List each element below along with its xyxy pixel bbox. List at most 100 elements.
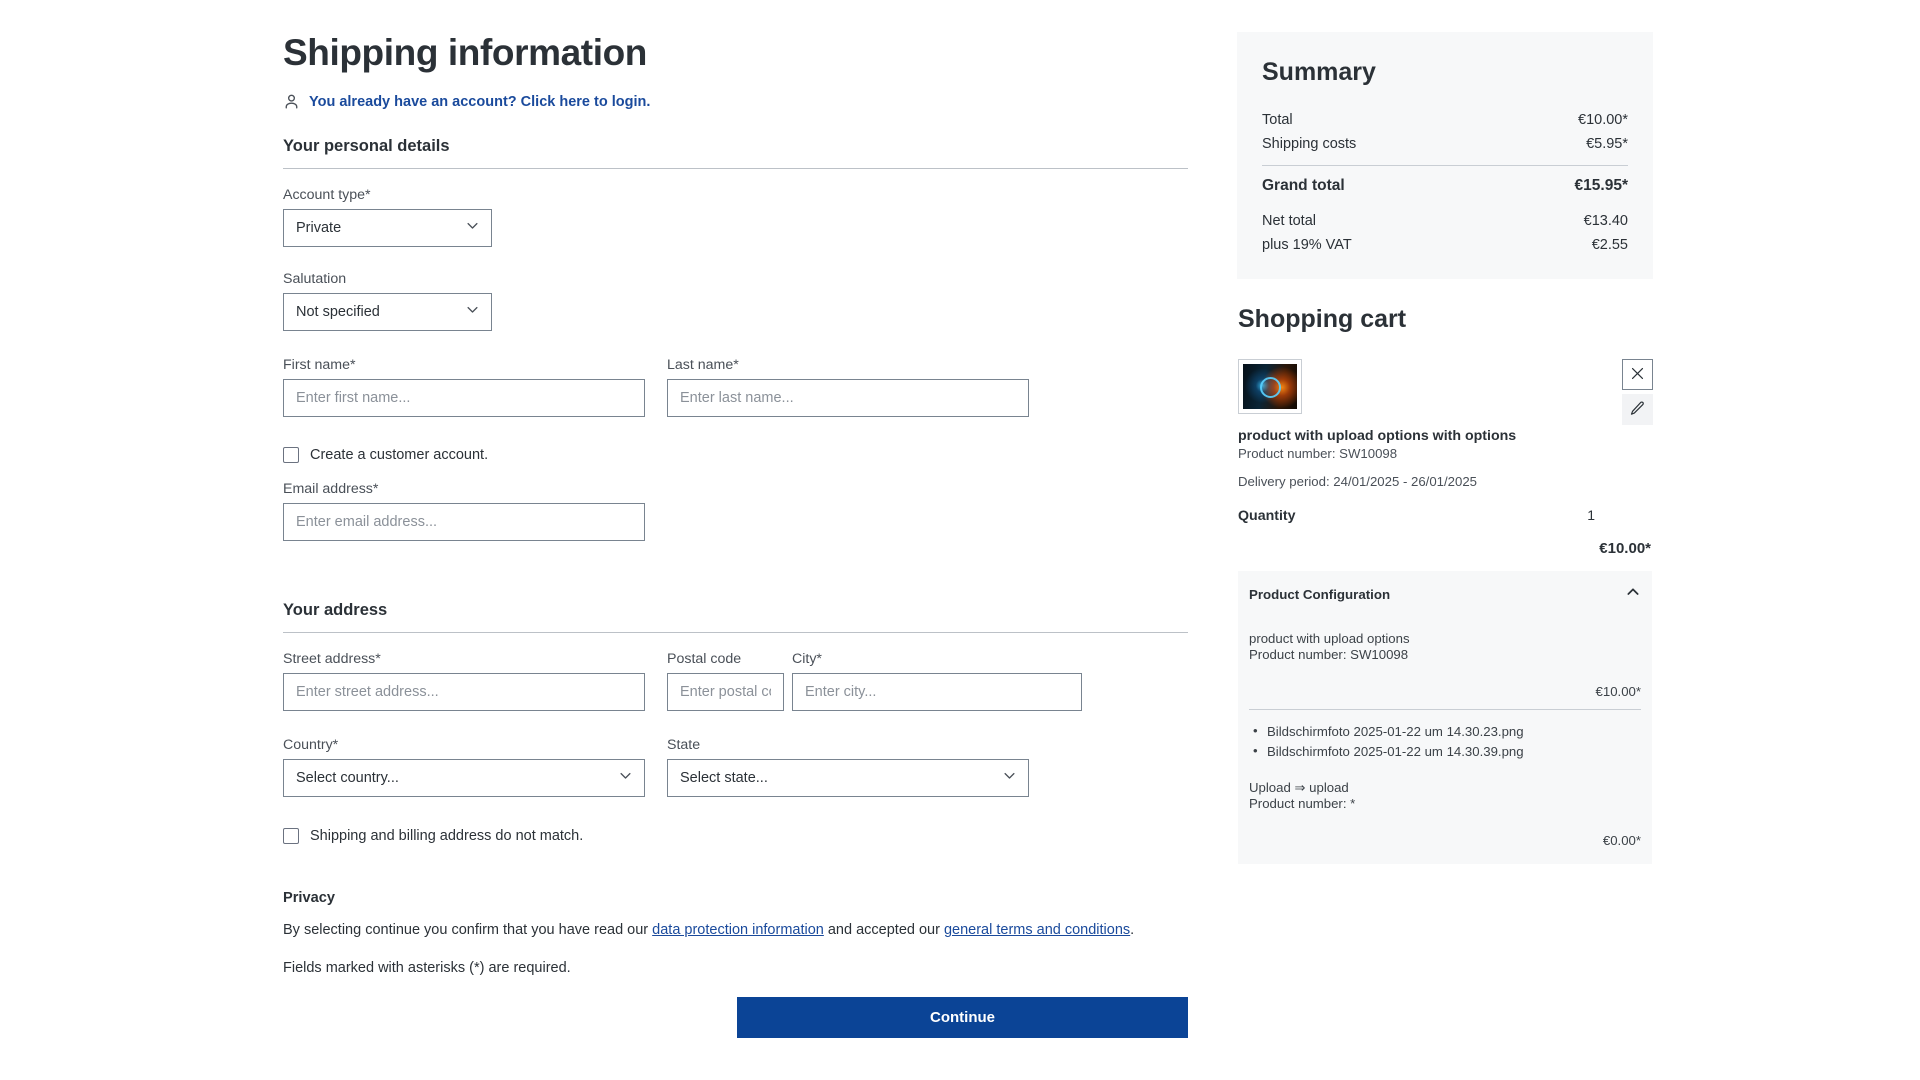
country-label: Country* bbox=[283, 737, 339, 753]
continue-button[interactable]: Continue bbox=[737, 997, 1188, 1039]
summary-total-label: Total bbox=[1262, 112, 1293, 128]
summary-divider bbox=[1262, 165, 1628, 166]
cart-item-delivery-period: Delivery period: 24/01/2025 - 26/01/2025 bbox=[1238, 474, 1478, 489]
postal-code-input[interactable] bbox=[667, 673, 784, 711]
cart-item-actions bbox=[1622, 359, 1653, 425]
street-input[interactable] bbox=[283, 673, 645, 711]
checkout-page: Shipping information You already have an… bbox=[0, 0, 1920, 1080]
summary-spacer bbox=[1262, 200, 1628, 209]
quantity-label: Quantity bbox=[1238, 508, 1296, 524]
summary-row-vat: plus 19% VAT €2.55 bbox=[1262, 233, 1628, 257]
product-image bbox=[1243, 364, 1297, 409]
create-account-checkbox[interactable] bbox=[283, 447, 299, 463]
person-icon bbox=[283, 93, 300, 110]
product-configuration-body: product with upload options Product numb… bbox=[1249, 617, 1641, 848]
quantity-value: 1 bbox=[1587, 507, 1595, 523]
country-field: Country* Select country... bbox=[283, 737, 645, 797]
state-label: State bbox=[667, 737, 701, 753]
cart-item: product with upload options with options… bbox=[1237, 359, 1653, 865]
config-divider bbox=[1249, 709, 1641, 711]
section-divider bbox=[283, 168, 1188, 169]
privacy-text-before: By selecting continue you confirm that y… bbox=[283, 922, 653, 938]
salutation-label: Salutation bbox=[283, 271, 347, 287]
product-thumbnail[interactable] bbox=[1238, 359, 1302, 414]
summary-panel: Summary Total €10.00* Shipping costs €5.… bbox=[1237, 32, 1653, 279]
pencil-icon bbox=[1629, 400, 1646, 420]
summary-title: Summary bbox=[1262, 58, 1376, 86]
product-configuration-title: Product Configuration bbox=[1249, 587, 1391, 602]
first-name-label: First name* bbox=[283, 357, 356, 373]
state-select[interactable]: Select state... bbox=[667, 759, 1029, 797]
config-upload-option-name: Upload ⇒ upload bbox=[1249, 780, 1349, 796]
account-type-select[interactable]: Private bbox=[283, 209, 492, 247]
summary-row-grand-total: Grand total €15.95* bbox=[1262, 172, 1628, 200]
shipping-form-column: Shipping information You already have an… bbox=[283, 0, 1188, 1039]
config-base-option-name: product with upload options bbox=[1249, 631, 1410, 646]
address-heading: Your address bbox=[283, 601, 388, 619]
state-field: State Select state... bbox=[667, 737, 1029, 797]
section-divider bbox=[283, 632, 1188, 633]
login-hint-link[interactable]: You already have an account? Click here … bbox=[283, 93, 1188, 110]
shopping-cart-title: Shopping cart bbox=[1238, 305, 1407, 333]
first-name-field: First name* bbox=[283, 357, 645, 417]
country-select[interactable]: Select country... bbox=[283, 759, 645, 797]
privacy-text-middle: and accepted our bbox=[823, 922, 944, 938]
product-configuration-accordion: Product Configuration product with uploa… bbox=[1238, 571, 1652, 865]
vat-label: plus 19% VAT bbox=[1262, 237, 1352, 253]
summary-row-total: Total €10.00* bbox=[1262, 108, 1628, 132]
grand-total-value: €15.95* bbox=[1574, 177, 1628, 194]
country-state-row: Country* Select country... State Select … bbox=[283, 737, 1188, 797]
salutation-select[interactable]: Not specified bbox=[283, 293, 492, 331]
account-type-label: Account type* bbox=[283, 187, 371, 203]
city-input[interactable] bbox=[792, 673, 1082, 711]
list-item: Bildschirmfoto 2025-01-22 um 14.30.23.pn… bbox=[1249, 721, 1641, 742]
last-name-input[interactable] bbox=[667, 379, 1029, 417]
billing-mismatch-checkbox[interactable] bbox=[283, 828, 299, 844]
summary-shipping-value: €5.95* bbox=[1586, 136, 1628, 152]
vat-value: €2.55 bbox=[1591, 237, 1628, 253]
cart-item-name: product with upload options with options bbox=[1238, 428, 1517, 444]
billing-mismatch-label: Shipping and billing address do not matc… bbox=[310, 828, 584, 844]
postal-code-label: Postal code bbox=[667, 651, 742, 667]
login-hint-text: You already have an account? Click here … bbox=[309, 93, 651, 110]
create-account-checkbox-row[interactable]: Create a customer account. bbox=[283, 447, 1188, 463]
privacy-text-after: . bbox=[1130, 922, 1135, 938]
net-total-label: Net total bbox=[1262, 213, 1316, 229]
config-upload-option: Upload ⇒ upload Product number: * bbox=[1249, 780, 1641, 811]
last-name-field: Last name* bbox=[667, 357, 1029, 417]
summary-row-net-total: Net total €13.40 bbox=[1262, 209, 1628, 233]
first-name-input[interactable] bbox=[283, 379, 645, 417]
data-protection-link[interactable]: data protection information bbox=[652, 922, 824, 938]
config-base-option-price: €10.00* bbox=[1595, 684, 1641, 700]
product-configuration-header[interactable]: Product Configuration bbox=[1249, 571, 1641, 617]
summary-row-shipping: Shipping costs €5.95* bbox=[1262, 132, 1628, 156]
grand-total-label: Grand total bbox=[1262, 177, 1345, 194]
summary-total-value: €10.00* bbox=[1578, 112, 1628, 128]
street-field: Street address* bbox=[283, 651, 645, 711]
chevron-up-icon bbox=[1625, 584, 1641, 605]
create-account-label: Create a customer account. bbox=[310, 447, 489, 463]
checkout-aside-column: Summary Total €10.00* Shipping costs €5.… bbox=[1237, 0, 1653, 865]
salutation-field: Salutation Not specified bbox=[283, 271, 1188, 331]
billing-mismatch-checkbox-row[interactable]: Shipping and billing address do not matc… bbox=[283, 828, 1188, 844]
config-upload-option-number: Product number: * bbox=[1249, 795, 1356, 811]
net-total-value: €13.40 bbox=[1583, 213, 1628, 229]
summary-shipping-label: Shipping costs bbox=[1262, 136, 1357, 152]
config-base-option-number: Product number: SW10098 bbox=[1249, 646, 1409, 662]
cart-item-quantity-row: Quantity 1 bbox=[1238, 507, 1652, 524]
edit-item-button[interactable] bbox=[1622, 394, 1653, 425]
remove-item-button[interactable] bbox=[1622, 359, 1653, 390]
cart-item-product-number: Product number: SW10098 bbox=[1238, 446, 1398, 461]
continue-button-wrap: Continue bbox=[283, 997, 1188, 1039]
last-name-label: Last name* bbox=[667, 357, 739, 373]
config-upload-option-price: €0.00* bbox=[1602, 833, 1641, 849]
city-field: City* bbox=[792, 651, 1082, 711]
required-fields-note: Fields marked with asterisks (*) are req… bbox=[283, 960, 571, 977]
email-field: Email address* bbox=[283, 481, 1188, 541]
uploaded-file-list: Bildschirmfoto 2025-01-22 um 14.30.23.pn… bbox=[1249, 721, 1641, 762]
street-label: Street address* bbox=[283, 651, 381, 667]
terms-conditions-link[interactable]: general terms and conditions bbox=[944, 922, 1130, 938]
email-label: Email address* bbox=[283, 481, 379, 497]
email-input[interactable] bbox=[283, 503, 645, 541]
name-row: First name* Last name* bbox=[283, 357, 1188, 417]
